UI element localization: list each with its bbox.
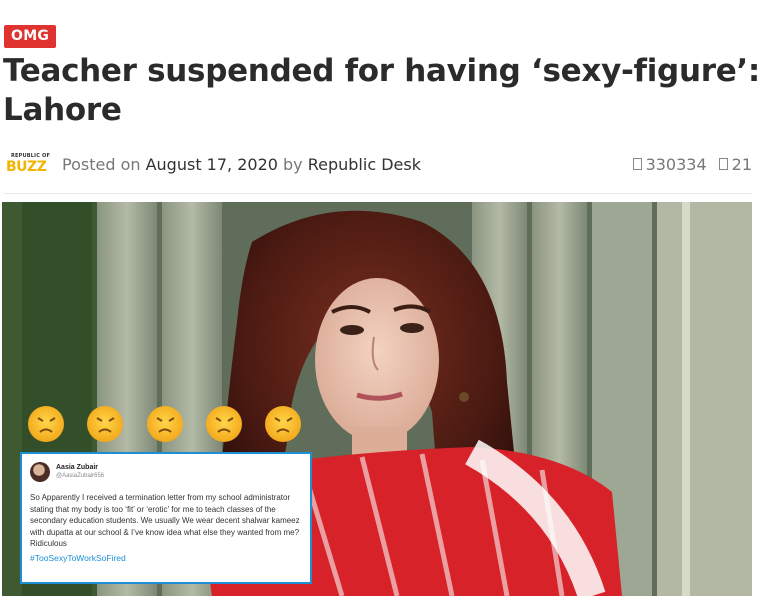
author-link[interactable]: Republic Desk [308, 155, 421, 174]
author-logo[interactable]: REPUBLIC OF BUZZ [4, 152, 50, 176]
views-icon [632, 158, 642, 170]
tweet-user: Aasia Zubair @AasiaZubair656 [56, 464, 104, 480]
posted-line: Posted on August 17, 2020 by Republic De… [62, 155, 421, 174]
post-date[interactable]: August 17, 2020 [146, 155, 278, 174]
views-count: 330334 [645, 154, 707, 174]
comments-count: 21 [731, 154, 752, 174]
comments-stat[interactable]: 21 [718, 154, 752, 174]
post-stats: 330334 21 [632, 154, 752, 174]
meta-divider [4, 193, 752, 194]
posted-on-label: Posted on [62, 154, 141, 174]
tweet-text: So Apparently I received a termination l… [30, 493, 300, 548]
tweet-header: Aasia Zubair @AasiaZubair656 [30, 460, 302, 484]
category-badge[interactable]: OMG [4, 25, 57, 48]
tweet-hashtag[interactable]: #TooSexyToWorkSoFired [30, 553, 302, 563]
tweet-user-name: Aasia Zubair [56, 464, 99, 471]
article-meta: REPUBLIC OF BUZZ Posted on August 17, 20… [4, 150, 752, 178]
logo-big-text: BUZZ [6, 159, 47, 175]
views-stat: 330334 [632, 154, 707, 174]
tweet-user-handle: @AasiaZubair656 [56, 473, 105, 479]
comments-icon [718, 158, 728, 170]
embedded-tweet[interactable]: Aasia Zubair @AasiaZubair656 So Apparent… [20, 452, 312, 584]
by-label: by [283, 154, 303, 174]
article-title: Teacher suspended for having ‘sexy-figur… [3, 53, 760, 128]
tweet-avatar [30, 462, 50, 482]
